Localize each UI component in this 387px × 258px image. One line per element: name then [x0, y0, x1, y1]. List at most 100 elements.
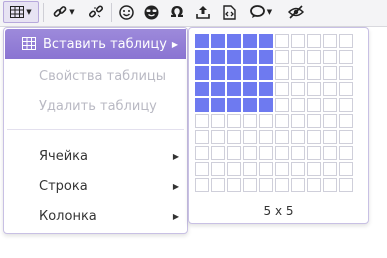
grid-cell[interactable]: [227, 114, 241, 128]
link-button[interactable]: ▼: [47, 1, 81, 23]
grid-cell[interactable]: [323, 178, 337, 192]
grid-cell[interactable]: [339, 34, 353, 48]
grid-cell[interactable]: [259, 162, 273, 176]
menu-item-column[interactable]: Колонка ▶: [4, 201, 187, 231]
grid-cell[interactable]: [275, 50, 289, 64]
grid-cell[interactable]: [307, 98, 321, 112]
grid-cell[interactable]: [339, 178, 353, 192]
grid-cell[interactable]: [211, 162, 225, 176]
grid-cell[interactable]: [243, 114, 257, 128]
grid-cell[interactable]: [307, 82, 321, 96]
grid-cell[interactable]: [243, 50, 257, 64]
grid-cell[interactable]: [227, 146, 241, 160]
grid-cell[interactable]: [323, 34, 337, 48]
grid-cell[interactable]: [211, 130, 225, 144]
grid-cell[interactable]: [243, 82, 257, 96]
grid-cell[interactable]: [195, 66, 209, 80]
grid-cell[interactable]: [227, 66, 241, 80]
grid-cell[interactable]: [259, 114, 273, 128]
grid-cell[interactable]: [339, 50, 353, 64]
grid-cell[interactable]: [227, 178, 241, 192]
grid-cell[interactable]: [243, 146, 257, 160]
grid-cell[interactable]: [339, 146, 353, 160]
grid-cell[interactable]: [323, 82, 337, 96]
grid-cell[interactable]: [307, 130, 321, 144]
grid-cell[interactable]: [291, 114, 305, 128]
grid-cell[interactable]: [211, 50, 225, 64]
grid-cell[interactable]: [195, 34, 209, 48]
grid-cell[interactable]: [275, 178, 289, 192]
grid-cell[interactable]: [275, 98, 289, 112]
grid-cell[interactable]: [339, 66, 353, 80]
grid-cell[interactable]: [211, 82, 225, 96]
grid-cell[interactable]: [211, 98, 225, 112]
grid-cell[interactable]: [227, 98, 241, 112]
grid-cell[interactable]: [291, 50, 305, 64]
grid-cell[interactable]: [211, 34, 225, 48]
grid-cell[interactable]: [339, 130, 353, 144]
grid-cell[interactable]: [275, 162, 289, 176]
grid-cell[interactable]: [259, 66, 273, 80]
grid-cell[interactable]: [227, 50, 241, 64]
table-size-grid[interactable]: [195, 34, 353, 192]
grid-cell[interactable]: [195, 82, 209, 96]
cool-emoticon-button[interactable]: [140, 1, 162, 23]
grid-cell[interactable]: [259, 146, 273, 160]
grid-cell[interactable]: [275, 82, 289, 96]
grid-cell[interactable]: [323, 66, 337, 80]
grid-cell[interactable]: [307, 114, 321, 128]
grid-cell[interactable]: [291, 130, 305, 144]
menu-item-row[interactable]: Строка ▶: [4, 171, 187, 201]
grid-cell[interactable]: [195, 98, 209, 112]
grid-cell[interactable]: [195, 114, 209, 128]
grid-cell[interactable]: [227, 162, 241, 176]
grid-cell[interactable]: [259, 82, 273, 96]
grid-cell[interactable]: [259, 34, 273, 48]
grid-cell[interactable]: [227, 34, 241, 48]
special-char-button[interactable]: Ω: [166, 1, 188, 23]
emoticon-button[interactable]: [115, 1, 137, 23]
grid-cell[interactable]: [259, 50, 273, 64]
grid-cell[interactable]: [195, 146, 209, 160]
grid-cell[interactable]: [307, 162, 321, 176]
grid-cell[interactable]: [243, 130, 257, 144]
grid-cell[interactable]: [339, 162, 353, 176]
grid-cell[interactable]: [243, 34, 257, 48]
grid-cell[interactable]: [211, 114, 225, 128]
grid-cell[interactable]: [211, 146, 225, 160]
grid-cell[interactable]: [291, 178, 305, 192]
grid-cell[interactable]: [195, 178, 209, 192]
spoiler-button[interactable]: ▼: [244, 1, 278, 23]
grid-cell[interactable]: [323, 50, 337, 64]
grid-cell[interactable]: [195, 130, 209, 144]
grid-cell[interactable]: [339, 82, 353, 96]
grid-cell[interactable]: [227, 82, 241, 96]
unlink-button[interactable]: [85, 1, 107, 23]
menu-item-insert-table[interactable]: Вставить таблицу ▶: [5, 29, 186, 59]
grid-cell[interactable]: [195, 50, 209, 64]
source-code-button[interactable]: [218, 1, 240, 23]
grid-cell[interactable]: [243, 98, 257, 112]
grid-cell[interactable]: [243, 178, 257, 192]
grid-cell[interactable]: [259, 130, 273, 144]
grid-cell[interactable]: [211, 178, 225, 192]
grid-cell[interactable]: [323, 162, 337, 176]
grid-cell[interactable]: [259, 178, 273, 192]
upload-button[interactable]: [192, 1, 214, 23]
grid-cell[interactable]: [323, 114, 337, 128]
grid-cell[interactable]: [227, 130, 241, 144]
menu-item-delete-table[interactable]: Удалить таблицу: [4, 91, 187, 121]
menu-item-table-properties[interactable]: Свойства таблицы: [4, 61, 187, 91]
grid-cell[interactable]: [243, 162, 257, 176]
table-button[interactable]: ▼: [3, 1, 39, 23]
grid-cell[interactable]: [291, 146, 305, 160]
grid-cell[interactable]: [291, 98, 305, 112]
grid-cell[interactable]: [339, 114, 353, 128]
grid-cell[interactable]: [307, 34, 321, 48]
grid-cell[interactable]: [291, 82, 305, 96]
grid-cell[interactable]: [259, 98, 273, 112]
grid-cell[interactable]: [323, 146, 337, 160]
grid-cell[interactable]: [307, 146, 321, 160]
grid-cell[interactable]: [307, 178, 321, 192]
menu-item-cell[interactable]: Ячейка ▶: [4, 141, 187, 171]
